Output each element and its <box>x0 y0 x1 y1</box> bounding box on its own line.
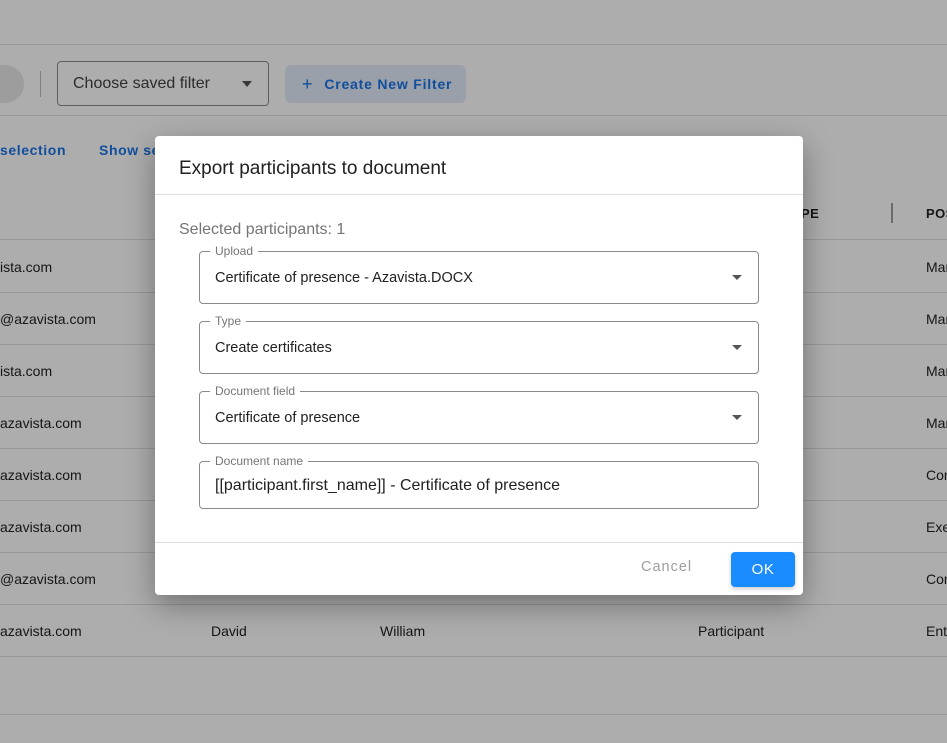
document-name-label: Document name <box>210 453 309 469</box>
upload-select[interactable]: Upload Certificate of presence - Azavist… <box>199 243 759 304</box>
type-label: Type <box>210 313 247 329</box>
export-dialog: Export participants to document Selected… <box>155 136 803 595</box>
selected-participants-count: Selected participants: 1 <box>179 221 346 238</box>
document-name-input[interactable]: Document name [[participant.first_name]]… <box>199 453 759 509</box>
chevron-down-icon <box>732 275 742 280</box>
type-select[interactable]: Type Create certificates <box>199 313 759 374</box>
type-value: Create certificates <box>215 340 332 356</box>
ok-button[interactable]: OK <box>731 552 795 587</box>
cancel-button[interactable]: Cancel <box>641 559 692 575</box>
document-field-value: Certificate of presence <box>215 410 361 426</box>
document-field-select[interactable]: Document field Certificate of presence <box>199 383 759 444</box>
upload-label: Upload <box>210 243 259 259</box>
document-field-label: Document field <box>210 383 301 399</box>
dialog-footer-divider <box>155 542 803 543</box>
dialog-title: Export participants to document <box>179 158 447 179</box>
document-name-value: [[participant.first_name]] - Certificate… <box>215 477 561 494</box>
chevron-down-icon <box>732 345 742 350</box>
dialog-header-divider <box>155 194 803 195</box>
chevron-down-icon <box>732 415 742 420</box>
upload-value: Certificate of presence - Azavista.DOCX <box>215 270 473 286</box>
